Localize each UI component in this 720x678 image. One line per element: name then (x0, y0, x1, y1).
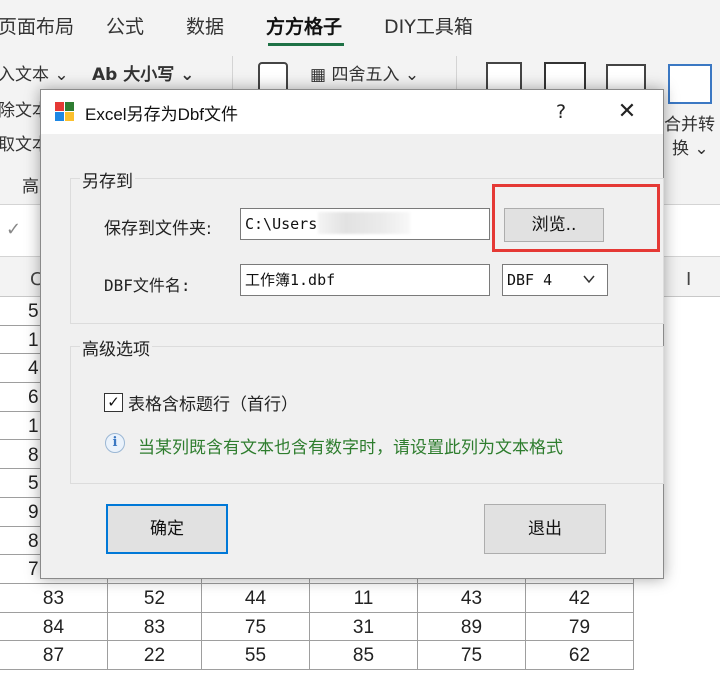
help-button[interactable]: ? (543, 96, 579, 128)
dialog-titlebar[interactable]: Excel另存为Dbf文件 ? ✕ (41, 90, 663, 134)
grid-cell[interactable]: 11 (310, 584, 418, 613)
tab-fangfang-gezi[interactable]: 方方格子 (266, 12, 342, 39)
ribbon-tab-bar: 页面布局 公式 数据 方方格子 DIY工具箱 (0, 0, 720, 50)
case-button[interactable]: Ab 大小写 ⌄ (92, 60, 194, 85)
merge-convert-label-2[interactable]: 换 ⌄ (672, 134, 709, 159)
grid-cell[interactable]: 83 (0, 584, 108, 613)
grid-cell[interactable]: 52 (108, 584, 202, 613)
tab-page-layout[interactable]: 页面布局 (0, 12, 74, 39)
header-row-checkbox-label[interactable]: 表格含标题行（首行） (128, 390, 298, 415)
app-icon (55, 102, 75, 122)
grid-cell[interactable]: 87 (0, 641, 108, 671)
table-row: 87 22 55 85 75 62 (0, 641, 634, 671)
grid-cell[interactable]: 43 (418, 584, 526, 613)
grid-cell[interactable]: 31 (310, 612, 418, 642)
check-icon[interactable]: ✓ (6, 219, 21, 240)
tab-diy-toolbox[interactable]: DIY工具箱 (384, 12, 473, 39)
chevron-down-icon[interactable] (583, 273, 595, 285)
grid-cell[interactable]: 42 (526, 584, 634, 613)
tab-data[interactable]: 数据 (186, 12, 224, 39)
active-tab-indicator (268, 43, 344, 46)
merge-convert-icon[interactable] (668, 64, 712, 104)
grid-cell[interactable]: 79 (526, 612, 634, 642)
grid-cell[interactable]: 75 (418, 641, 526, 671)
redacted-username (318, 212, 410, 234)
exit-button[interactable]: 退出 (484, 504, 606, 554)
advanced-group-label: 高 (22, 177, 39, 197)
insert-text-button[interactable]: 入文本 ⌄ (0, 60, 69, 85)
browse-highlight-annotation (492, 184, 660, 252)
ok-button[interactable]: 确定 (106, 504, 228, 554)
grid-cell[interactable]: 89 (418, 612, 526, 642)
folder-label: 保存到文件夹: (104, 219, 212, 239)
table-row: 84 83 75 31 89 79 (0, 612, 634, 642)
dbf-filename-field[interactable]: 工作簿1.dbf (240, 264, 490, 296)
dbf-version-value: DBF 4 (507, 271, 553, 289)
grid-cell[interactable]: 44 (202, 584, 310, 613)
close-button[interactable]: ✕ (607, 96, 647, 128)
info-icon: i (105, 433, 125, 453)
info-hint-text: 当某列既含有文本也含有数字时，请设置此列为文本格式 (138, 438, 563, 458)
grid-cell[interactable]: 83 (108, 612, 202, 642)
merge-convert-label[interactable]: 合并转 (664, 110, 715, 135)
dialog-title: Excel另存为Dbf文件 (85, 105, 239, 124)
grid-cell[interactable]: 55 (202, 641, 310, 671)
round-button[interactable]: ▦ 四舍五入 ⌄ (310, 60, 419, 85)
header-row-checkbox[interactable]: ✓ (104, 393, 123, 412)
grid-cell[interactable]: 75 (202, 612, 310, 642)
grid-cell[interactable]: 85 (310, 641, 418, 671)
grid-cell[interactable]: 22 (108, 641, 202, 671)
column-header[interactable]: I (686, 269, 691, 290)
table-row: 83 52 44 11 43 42 (0, 584, 634, 613)
save-to-group-label: 另存到 (80, 167, 135, 192)
dbf-filename-label: DBF文件名: (104, 276, 191, 295)
advanced-options-label: 高级选项 (80, 335, 152, 360)
grid-cell[interactable]: 84 (0, 612, 108, 642)
tab-formulas[interactable]: 公式 (106, 12, 144, 39)
grid-cell[interactable]: 62 (526, 641, 634, 671)
advanced-options-group (70, 346, 664, 484)
